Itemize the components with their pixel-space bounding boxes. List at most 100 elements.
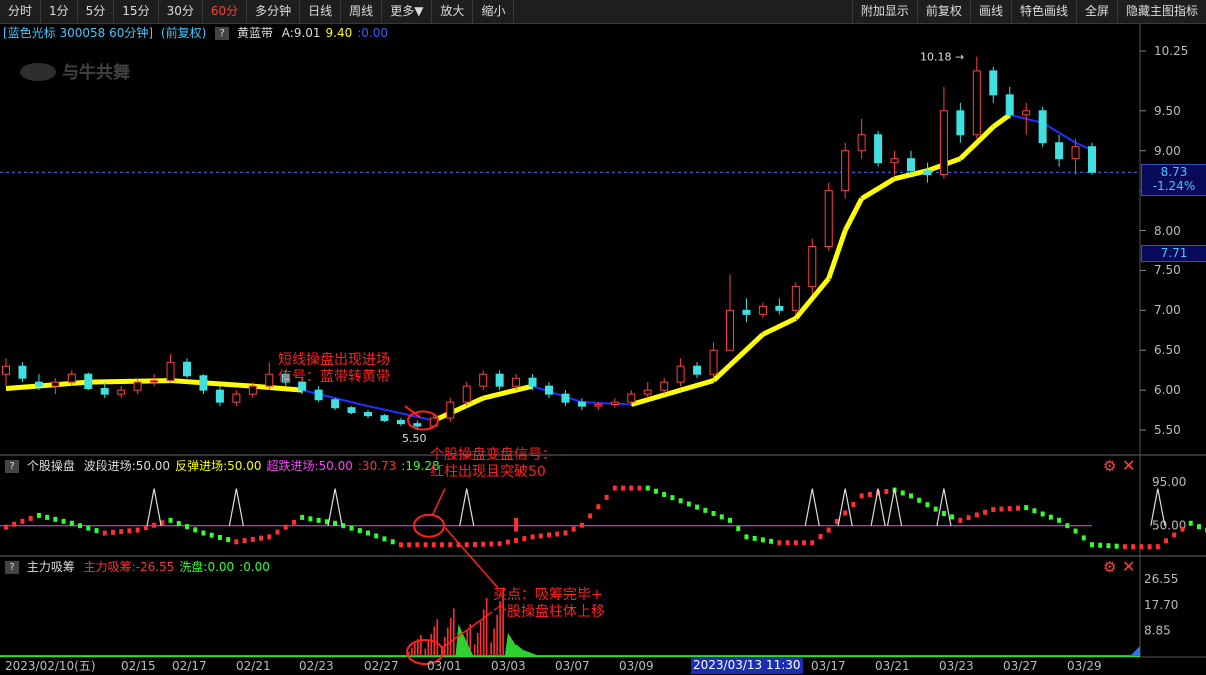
osc-dot xyxy=(703,507,708,513)
osc-dot xyxy=(20,518,25,524)
accumulation-bar xyxy=(408,634,422,656)
indicator-value: :0.00 xyxy=(239,560,270,574)
highlight-circle xyxy=(407,410,439,431)
osc-dot xyxy=(209,532,214,538)
period-tab[interactable]: 多分钟 xyxy=(247,0,301,23)
flow-title[interactable]: 主力吸筹 xyxy=(27,560,75,574)
osc-dot xyxy=(958,517,963,523)
osc-dot xyxy=(481,541,486,547)
signal-triangle xyxy=(459,488,475,526)
osc-dot xyxy=(366,530,370,536)
watermark-text: 与牛共舞 xyxy=(62,62,130,83)
osc-dot xyxy=(604,494,609,500)
help-icon[interactable]: ? xyxy=(5,460,19,473)
osc-dot xyxy=(851,501,856,507)
period-tab[interactable]: 1分 xyxy=(41,0,78,23)
price-tick: 5.50 xyxy=(1154,423,1181,438)
candle xyxy=(1055,134,1064,167)
candle xyxy=(512,374,521,391)
osc-dot xyxy=(900,490,905,496)
toolbar-button[interactable]: 画线 xyxy=(969,0,1011,23)
osc-dot xyxy=(547,532,551,538)
toolbar-button[interactable]: 附加显示 xyxy=(851,0,917,23)
breakout-bar xyxy=(514,517,519,532)
period-tab[interactable]: 缩小 xyxy=(473,0,515,23)
osc-dot xyxy=(349,525,354,531)
flow-settings-icon[interactable]: ⚙ xyxy=(1103,560,1116,575)
osc-dot xyxy=(464,542,469,548)
candle xyxy=(67,370,76,387)
period-tab[interactable]: 分时 xyxy=(0,0,42,23)
date-label: 02/23 xyxy=(299,659,334,673)
date-label: 03/23 xyxy=(939,659,974,673)
date-label: 2023/02/10(五) xyxy=(5,659,96,673)
candle xyxy=(907,150,915,175)
candle xyxy=(561,390,570,407)
signal-triangle xyxy=(146,488,162,526)
osc-dot xyxy=(1073,528,1078,534)
toolbar-button[interactable]: 隐藏主图指标 xyxy=(1116,0,1206,23)
osc-dot xyxy=(333,520,338,526)
candle xyxy=(183,358,191,379)
flow-close-icon[interactable]: ✕ xyxy=(1122,559,1135,575)
osc-dot xyxy=(514,537,519,543)
osc-dot xyxy=(579,522,584,528)
annotation-entry-signal: 短线操盘出现进场 信号：蓝带转黄带 xyxy=(278,352,390,386)
help-icon[interactable]: ? xyxy=(5,561,19,574)
washout-bar xyxy=(513,644,531,656)
price-tick: 9.50 xyxy=(1154,103,1181,118)
osc-dot xyxy=(382,536,387,542)
osc-title[interactable]: 个股操盘 xyxy=(27,459,75,473)
osc-dot xyxy=(448,542,453,548)
period-tab[interactable]: 周线 xyxy=(341,0,383,23)
date-label: 03/09 xyxy=(619,659,654,673)
osc-dot xyxy=(217,534,222,540)
indicator-value: 9.40 xyxy=(325,26,353,40)
price-tick: 7.00 xyxy=(1154,303,1181,318)
osc-dot xyxy=(1024,505,1029,511)
watermark: 与牛共舞 xyxy=(20,62,130,83)
period-tab[interactable]: 60分 xyxy=(203,0,248,23)
osc-dot xyxy=(119,529,124,535)
osc-dot xyxy=(884,489,889,495)
candle xyxy=(775,298,784,315)
osc-dot xyxy=(1122,544,1127,550)
cursor-date-label: 2023/03/13 11:30 xyxy=(691,657,803,674)
signal-triangle xyxy=(1150,488,1166,526)
toolbar-button[interactable]: 前复权 xyxy=(916,0,970,23)
period-tab[interactable]: 放大 xyxy=(432,0,474,23)
band-segment xyxy=(301,389,369,408)
toolbar-button[interactable]: 特色画线 xyxy=(1010,0,1076,23)
band-segment xyxy=(252,383,303,393)
toolbar-button[interactable]: 全屏 xyxy=(1075,0,1117,23)
period-tab[interactable]: 30分 xyxy=(159,0,203,23)
period-tabs: 分时 1分 5分 15分 30分 60分 多分钟 日线 周线 更多▼ 放大 缩小 xyxy=(0,0,515,23)
osc-dot xyxy=(867,491,872,497)
osc-close-icon[interactable]: ✕ xyxy=(1122,458,1135,474)
stock-title[interactable]: [蓝色光标 300058 60分钟] xyxy=(3,26,153,40)
period-tab[interactable]: 更多▼ xyxy=(382,0,433,23)
osc-dot xyxy=(1098,542,1103,548)
help-icon[interactable]: ? xyxy=(215,27,230,40)
osc-dot xyxy=(876,490,881,496)
band-segment xyxy=(926,156,962,174)
period-tab[interactable]: 15分 xyxy=(114,0,159,23)
osc-dot xyxy=(695,504,700,510)
candle xyxy=(824,182,833,251)
osc-settings-icon[interactable]: ⚙ xyxy=(1103,459,1116,474)
date-label: 03/17 xyxy=(811,659,846,673)
indicator-values: A:9.01 9.40:0.00 xyxy=(277,26,388,40)
osc-dot xyxy=(555,531,560,537)
osc-dot xyxy=(966,515,971,521)
candle xyxy=(248,382,257,399)
current-price-box: 8.73 -1.24% xyxy=(1141,164,1206,196)
candle xyxy=(133,378,142,395)
period-tab[interactable]: 5分 xyxy=(78,0,115,23)
candle xyxy=(380,414,389,423)
osc-dot xyxy=(991,507,996,513)
band-segment xyxy=(679,378,715,393)
candle xyxy=(150,374,159,387)
osc-dot xyxy=(102,530,107,536)
period-tab[interactable]: 日线 xyxy=(300,0,342,23)
osc-dot xyxy=(440,542,445,548)
